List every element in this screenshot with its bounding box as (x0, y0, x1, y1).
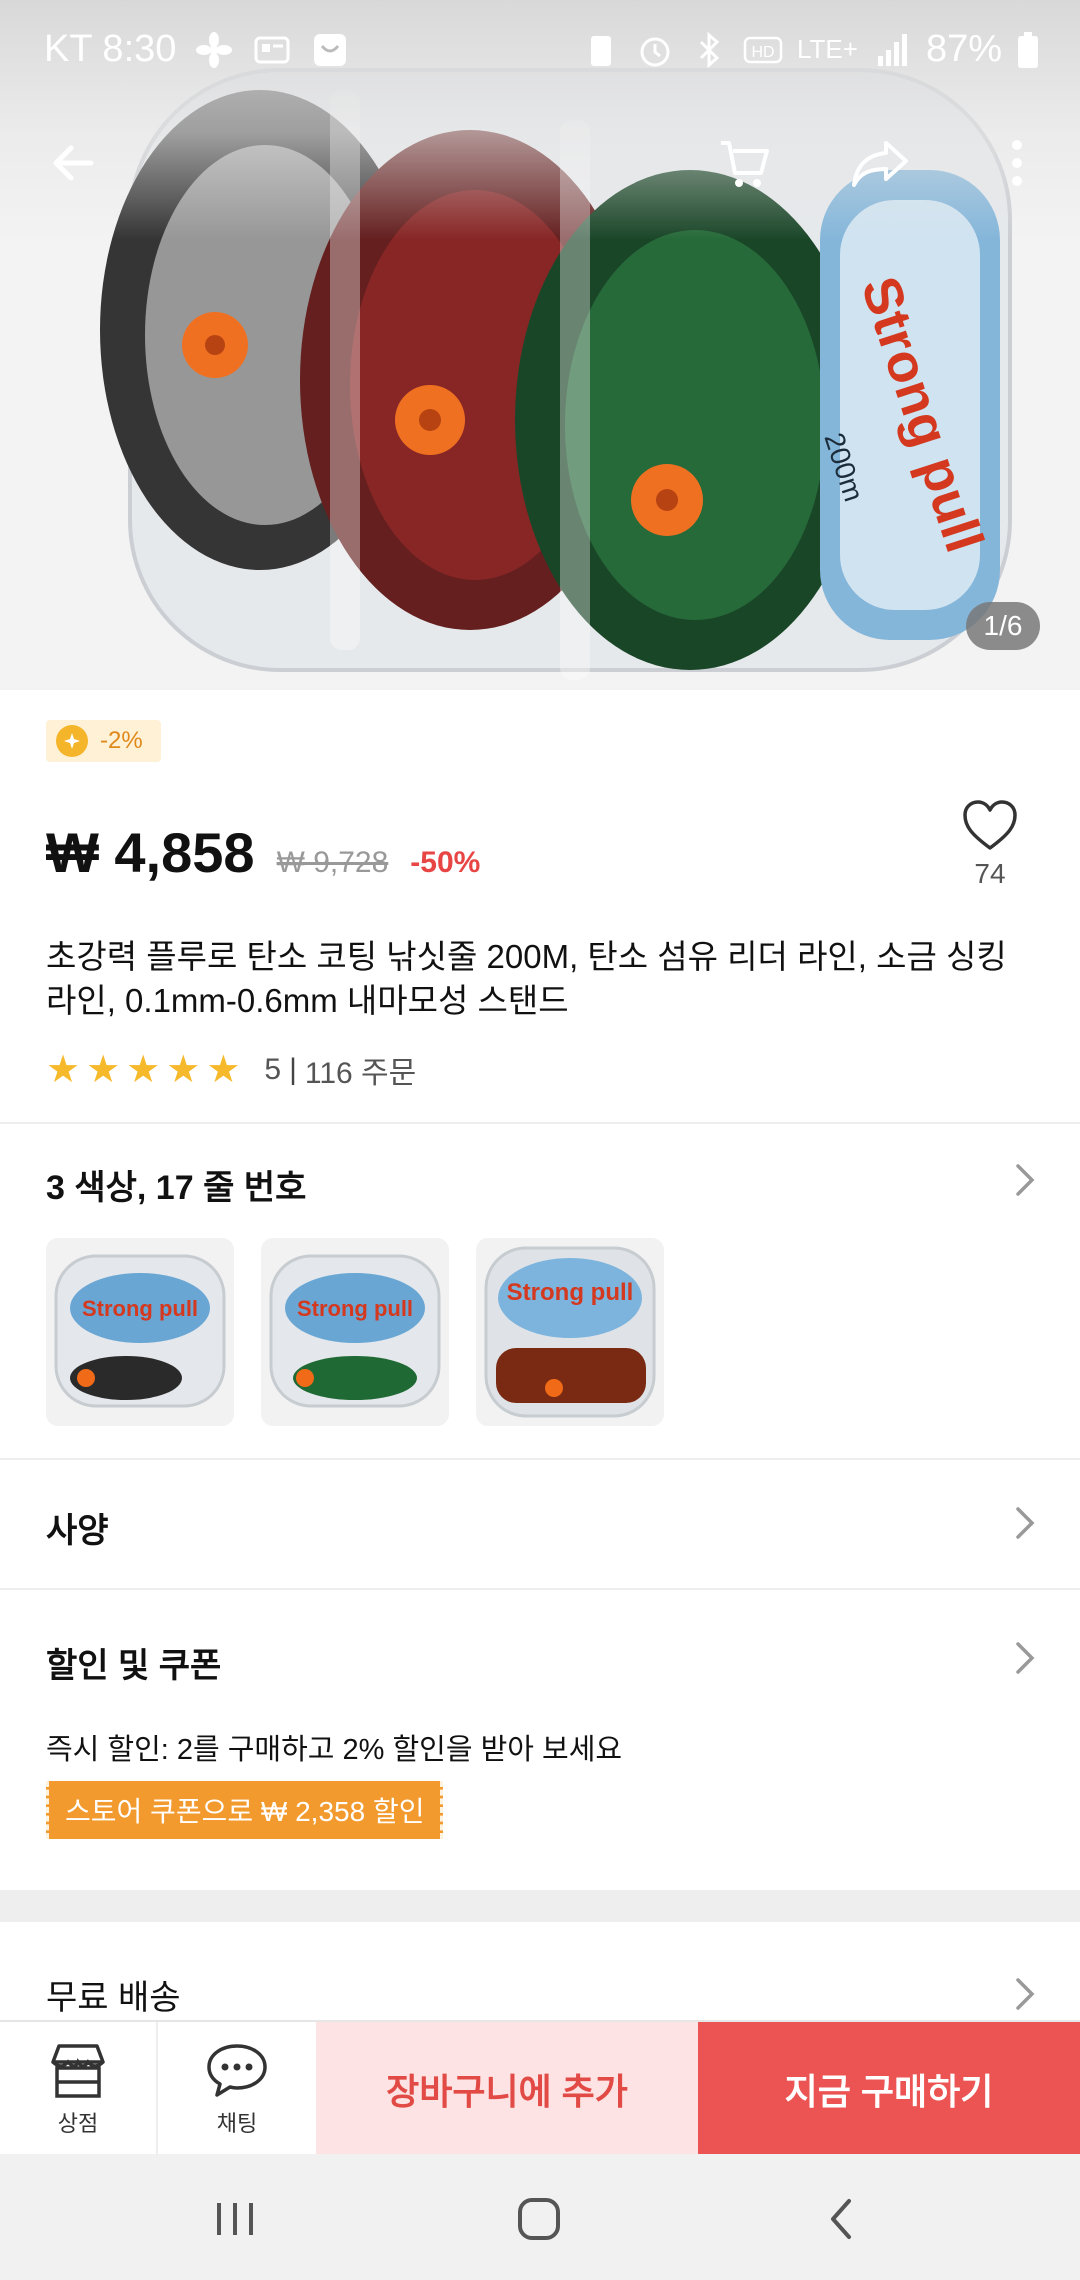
star-icon: ★ (126, 1049, 161, 1091)
home-icon (518, 2198, 560, 2240)
chevron-right-icon (1016, 1978, 1035, 2010)
variant-thumbnail[interactable]: Strong pull (46, 1238, 234, 1426)
discount-percent: -50% (410, 846, 481, 879)
shipping-title: 무료 배송 (46, 1979, 181, 2017)
chat-icon (207, 2044, 267, 2097)
recent-apps-button[interactable] (200, 2184, 270, 2254)
store-button[interactable]: 상점 (0, 2022, 158, 2156)
order-count: 116 주문 (304, 1057, 417, 1090)
price-row: ₩ 4,858 ₩ 9,728 -50% (46, 820, 480, 885)
star-rating: ★ ★ ★ ★ ★ (46, 1051, 240, 1089)
coin-icon (56, 725, 88, 757)
star-icon: ★ (46, 1049, 81, 1091)
rating-row[interactable]: ★ ★ ★ ★ ★ 5 | 116 주문 (46, 1048, 416, 1092)
more-vertical-icon (1012, 140, 1022, 186)
back-button[interactable] (38, 128, 108, 198)
section-separator (0, 1890, 1080, 1922)
chevron-left-icon (831, 2199, 851, 2239)
add-to-cart-button[interactable]: 장바구니에 추가 (316, 2022, 698, 2156)
product-image-carousel[interactable]: Strong pull 200m KT 8:30 HD LTE+ 87% 1/6 (0, 0, 1080, 690)
svg-text:Strong pull: Strong pull (297, 1296, 413, 1321)
system-navigation-bar (0, 2154, 1080, 2280)
battery-icon (1018, 31, 1038, 68)
battery-saver-icon (591, 35, 611, 66)
share-icon (852, 141, 908, 187)
signal-icon (877, 33, 907, 66)
shopping-app-icon (314, 33, 347, 66)
chevron-right-icon (1016, 1642, 1035, 1674)
star-icon: ★ (86, 1049, 121, 1091)
wishlist-count: 74 (974, 858, 1006, 889)
rating-score: 5 (264, 1053, 282, 1086)
instant-discount-text: 즉시 할인: 2를 구매하고 2% 할인을 받아 보세요 (46, 1734, 623, 1766)
spool-image: Strong pull (484, 1246, 656, 1418)
specs-title: 사양 (46, 1512, 109, 1550)
product-title: 초강력 플루로 탄소 코팅 낚싯줄 200M, 탄소 섬유 리더 라인, 소금 … (46, 938, 1007, 1019)
spool-image: Strong pull (54, 1254, 226, 1408)
star-icon: ★ (166, 1049, 201, 1091)
chat-label: 채팅 (216, 2111, 258, 2136)
heart-icon (963, 800, 1017, 850)
chevron-right-icon (1016, 1507, 1035, 1539)
store-icon (51, 2044, 105, 2098)
original-price: ₩ 9,728 (276, 846, 389, 879)
coins-discount-badge: -2% (46, 720, 161, 762)
discounts-title: 할인 및 쿠폰 (46, 1647, 222, 1685)
network-type: LTE+ (797, 34, 858, 64)
variant-thumbnail[interactable]: Strong pull (261, 1238, 449, 1426)
bluetooth-icon (699, 31, 720, 68)
store-label: 상점 (57, 2111, 99, 2136)
variant-thumbnail[interactable]: Strong pull (476, 1238, 664, 1426)
current-price: ₩ 4,858 (46, 821, 255, 884)
svg-text:Strong pull: Strong pull (82, 1296, 198, 1321)
svg-text:HD: HD (751, 44, 774, 61)
cart-button[interactable] (710, 128, 780, 198)
spool-image: Strong pull (269, 1254, 441, 1408)
battery-percent: 87% (925, 28, 1002, 70)
separator: | (289, 1053, 297, 1086)
divider (0, 1122, 1080, 1124)
share-button[interactable] (846, 128, 916, 198)
svg-text:Strong pull: Strong pull (507, 1279, 634, 1306)
more-options-button[interactable] (982, 128, 1052, 198)
recent-apps-icon (217, 2203, 253, 2235)
cart-icon (721, 141, 769, 187)
alarm-icon (640, 37, 670, 66)
carrier-time: KT 8:30 (44, 28, 177, 70)
chat-button[interactable]: 채팅 (158, 2022, 316, 2156)
image-page-indicator: 1/6 (966, 602, 1040, 650)
news-icon (254, 36, 290, 63)
chevron-right-icon (1016, 1164, 1035, 1196)
divider (0, 1588, 1080, 1590)
bottom-action-bar: 상점 채팅 장바구니에 추가 지금 구매하기 (0, 2020, 1080, 2156)
buy-now-button[interactable]: 지금 구매하기 (698, 2022, 1080, 2156)
hd-voice-icon: HD (743, 36, 783, 63)
divider (0, 1458, 1080, 1460)
coins-discount-text: -2% (100, 727, 143, 754)
variants-title: 3 색상, 17 줄 번호 (46, 1169, 307, 1207)
wishlist-button[interactable]: 74 (950, 798, 1030, 890)
system-back-button[interactable] (806, 2184, 876, 2254)
fan-icon (196, 31, 233, 68)
status-bar: KT 8:30 HD LTE+ 87% (0, 28, 1080, 84)
star-icon: ★ (206, 1049, 241, 1091)
arrow-left-icon (53, 145, 94, 181)
store-coupon-tag[interactable]: 스토어 쿠폰으로 ₩ 2,358 할인 (46, 1781, 444, 1839)
home-button[interactable] (504, 2184, 574, 2254)
